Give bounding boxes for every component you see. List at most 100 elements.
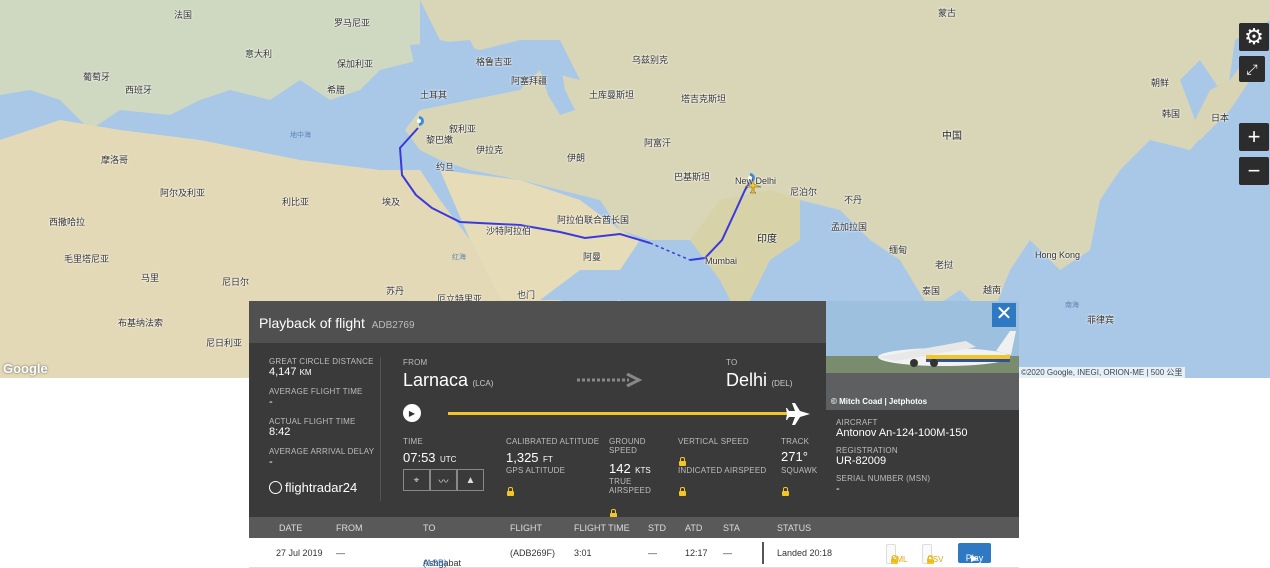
gps-alt-label: GPS ALTITUDE bbox=[506, 466, 566, 475]
map-label: 南海 bbox=[1065, 302, 1079, 309]
map-label: 尼泊尔 bbox=[790, 187, 818, 197]
zoom-in-button[interactable]: + bbox=[1239, 123, 1269, 151]
map-label: 阿富汗 bbox=[644, 138, 672, 148]
aircraft-value: Antonov An-124-100M-150 bbox=[836, 427, 968, 439]
map-label: 尼日利亚 bbox=[206, 338, 243, 348]
msn-label: SERIAL NUMBER (MSN) bbox=[836, 474, 931, 483]
origin-marker-icon[interactable] bbox=[414, 116, 424, 128]
play-icon: ▶ bbox=[408, 408, 416, 418]
fullscreen-button[interactable]: ⤢ bbox=[1239, 56, 1265, 82]
close-button[interactable]: ✕ bbox=[992, 303, 1016, 327]
map-label: 葡萄牙 bbox=[83, 72, 111, 82]
row-status: Landed 20:18 bbox=[777, 548, 833, 558]
header-std: STD bbox=[648, 523, 666, 533]
settings-button[interactable]: ⚙ bbox=[1239, 23, 1269, 51]
table-row[interactable]: 27 Jul 2019 — Ashgabat (ASB) (ADB269F) 3… bbox=[249, 538, 1019, 568]
route-icon: 〰 bbox=[438, 476, 449, 488]
header-status: STATUS bbox=[777, 523, 812, 533]
true-airspeed-label: TRUE AIRSPEED bbox=[609, 477, 652, 495]
map-label: New Delhi bbox=[735, 176, 777, 186]
from-label: FROM bbox=[403, 358, 428, 367]
panel-header: Playback of flight ADB2769 bbox=[249, 301, 826, 343]
row-sta: — bbox=[723, 548, 732, 558]
gc-distance-value: 4,147 KM bbox=[269, 366, 312, 378]
header-date: DATE bbox=[279, 523, 303, 533]
map-label: 约旦 bbox=[436, 162, 455, 172]
registration-label: REGISTRATION bbox=[836, 446, 898, 455]
map-label: 叙利亚 bbox=[449, 124, 477, 134]
playback-aircraft-icon[interactable] bbox=[786, 402, 812, 431]
plus-icon: + bbox=[1247, 124, 1261, 149]
map-attribution: ©2020 Google, INEGI, ORION-ME | 500 公里 bbox=[1018, 367, 1186, 378]
chart-icon: ▲ bbox=[465, 474, 476, 486]
registration-value: UR-82009 bbox=[836, 455, 887, 467]
map-label: 罗马尼亚 bbox=[334, 18, 371, 28]
view-3d-button[interactable]: ⌖ bbox=[403, 469, 430, 491]
map-label: 地中海 bbox=[290, 132, 311, 139]
row-atd: 12:17 bbox=[685, 548, 708, 558]
map-label: 沙特阿拉伯 bbox=[486, 226, 532, 236]
map-label: 菲律宾 bbox=[1087, 315, 1115, 325]
map-label: 土耳其 bbox=[420, 90, 448, 100]
play-button[interactable]: ▶ bbox=[403, 404, 421, 422]
map-label: 希腊 bbox=[327, 85, 346, 95]
map-label: 中国 bbox=[942, 131, 962, 142]
divider bbox=[380, 357, 381, 501]
to-label: TO bbox=[726, 358, 738, 367]
kml-button[interactable]: KML bbox=[886, 544, 907, 564]
zoom-out-button[interactable]: − bbox=[1239, 157, 1269, 185]
cal-alt-label: CALIBRATED ALTITUDE bbox=[506, 437, 600, 446]
csv-button[interactable]: CSV bbox=[922, 544, 943, 564]
map-label: 苏丹 bbox=[386, 286, 405, 296]
squawk-label: SQUAWK bbox=[781, 466, 818, 475]
flightradar24-logo: flightradar24 bbox=[269, 480, 357, 495]
track-label: TRACK bbox=[781, 437, 810, 446]
panel-title-text: Playback of flight bbox=[259, 315, 365, 331]
play-flight-button[interactable]: ▶ Play bbox=[958, 543, 991, 563]
view-route-button[interactable]: 〰 bbox=[430, 469, 457, 491]
flight-track-estimated bbox=[649, 242, 691, 261]
map-label: 孟加拉国 bbox=[831, 222, 868, 232]
map-label: 阿拉伯联合酋长国 bbox=[557, 215, 630, 225]
map-label: 乌兹别克 bbox=[632, 55, 669, 65]
aircraft-label: AIRCRAFT bbox=[836, 418, 878, 427]
crosshair-icon: ⌖ bbox=[413, 474, 420, 486]
header-flight: FLIGHT bbox=[510, 523, 543, 533]
ias-lock-icon bbox=[679, 482, 686, 500]
time-value: 07:53 UTC bbox=[403, 450, 457, 465]
playback-track[interactable] bbox=[448, 412, 794, 415]
map-label: 西班牙 bbox=[125, 85, 153, 95]
close-icon: ✕ bbox=[995, 303, 1013, 325]
header-flight-time: FLIGHT TIME bbox=[574, 523, 630, 533]
map-label: 老挝 bbox=[935, 260, 954, 270]
map-label: 日本 bbox=[1211, 113, 1230, 123]
aircraft-photo-image bbox=[826, 301, 1019, 410]
to-airport: Delhi (DEL) bbox=[726, 370, 793, 390]
map-label: Hong Kong bbox=[1035, 250, 1081, 260]
header-atd: ATD bbox=[685, 523, 703, 533]
view-graph-button[interactable]: ▲ bbox=[457, 469, 484, 491]
radar-icon bbox=[269, 481, 282, 494]
header-to: TO bbox=[423, 523, 436, 533]
avg-delay-value: - bbox=[269, 456, 273, 468]
squawk-lock-icon bbox=[782, 482, 789, 500]
map-label: 阿尔及利亚 bbox=[160, 188, 206, 198]
map-label: 塔吉克斯坦 bbox=[681, 94, 727, 104]
status-bar bbox=[762, 542, 764, 564]
map-label: 巴基斯坦 bbox=[674, 172, 711, 182]
map-label: 毛里塔尼亚 bbox=[64, 254, 110, 264]
ias-label: INDICATED AIRSPEED bbox=[678, 466, 767, 475]
map-label: 黎巴嫩 bbox=[426, 135, 454, 145]
row-flight[interactable]: (ADB269F) bbox=[510, 548, 555, 558]
map-label: 蒙古 bbox=[938, 8, 957, 18]
map-label: 尼日尔 bbox=[222, 277, 250, 287]
map-label: 布基纳法索 bbox=[118, 318, 164, 328]
avg-delay-label: AVERAGE ARRIVAL DELAY bbox=[269, 447, 375, 456]
black-sea bbox=[410, 40, 480, 72]
route-arrow-icon bbox=[577, 372, 643, 392]
map-label: 印度 bbox=[757, 234, 777, 245]
map-label: 保加利亚 bbox=[337, 59, 374, 69]
google-logo: Google bbox=[3, 361, 48, 376]
playback-panel: Playback of flight ADB2769 GREAT CIRCLE … bbox=[249, 301, 1019, 518]
aircraft-photo[interactable]: © Mitch Coad | Jetphotos bbox=[826, 301, 1019, 410]
